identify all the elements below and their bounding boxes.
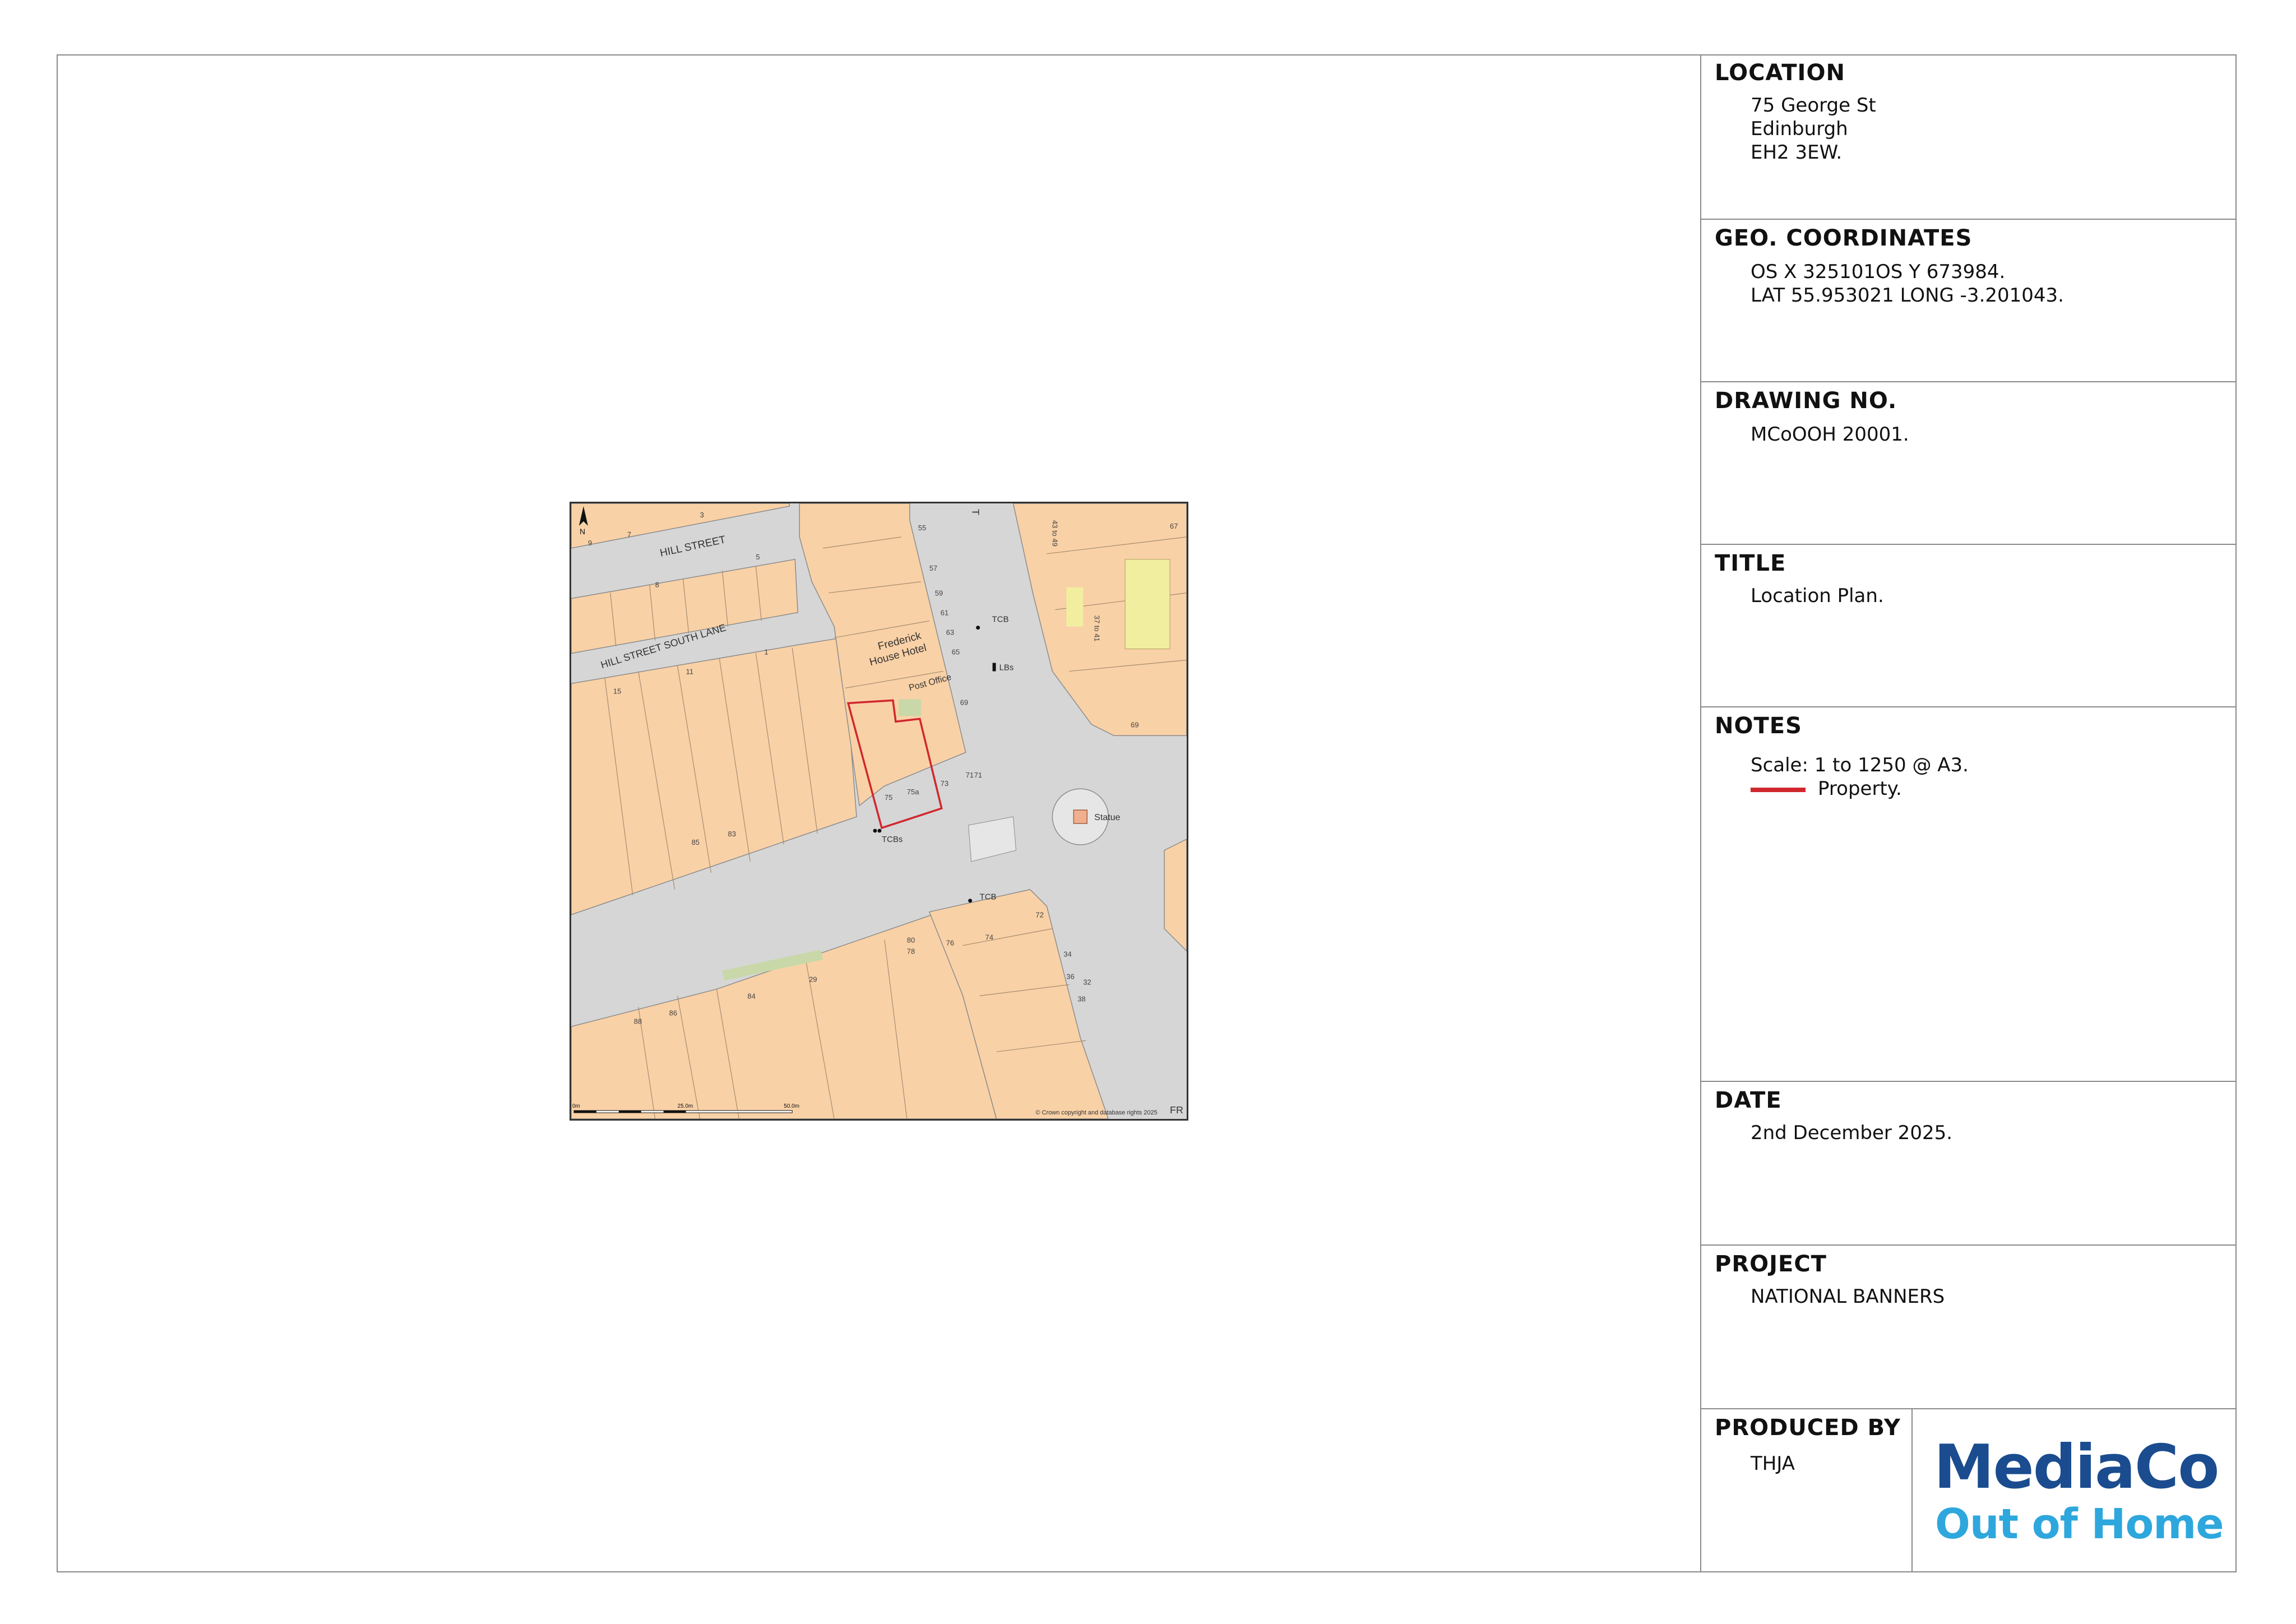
date-heading: DATE — [1715, 1088, 1782, 1113]
geo-coordinates-panel: GEO. COORDINATES OS X 325101OS Y 673984.… — [1700, 220, 2237, 382]
number-71b: 71 — [974, 771, 982, 779]
location-line-1: 75 George St — [1751, 94, 1876, 117]
map-copyright: © Crown copyright and database rights 20… — [1035, 1109, 1157, 1116]
number-74: 74 — [985, 933, 993, 942]
number-88: 88 — [634, 1017, 642, 1025]
number-86: 86 — [669, 1008, 677, 1017]
mediaco-logo-tagline: Out of Home — [1935, 1500, 2224, 1548]
map-drawing: HILL STREET HILL STREET SOUTH LANE Frede… — [571, 503, 1187, 1119]
geo-heading: GEO. COORDINATES — [1715, 225, 1973, 251]
number-83: 83 — [728, 830, 735, 838]
number-75: 75 — [885, 793, 892, 802]
number-5: 5 — [756, 553, 760, 561]
date-value: 2nd December 2025. — [1751, 1122, 1953, 1144]
produced-heading: PRODUCED BY — [1715, 1415, 1901, 1441]
edge-label-fr: FR — [1170, 1104, 1183, 1116]
number-67: 67 — [1170, 522, 1178, 530]
drawing-number-panel: DRAWING NO. MCoOOH 20001. — [1700, 382, 2237, 545]
scale-mid-label: 25.0m — [678, 1103, 693, 1109]
number-15: 15 — [613, 687, 621, 695]
tcb-label-north: TCB — [992, 615, 1009, 624]
range-43-49: 43 to 49 — [1050, 520, 1059, 547]
number-29: 29 — [809, 975, 817, 983]
location-heading: LOCATION — [1715, 60, 1845, 86]
number-65: 65 — [952, 648, 960, 656]
title-panel: TITLE Location Plan. — [1700, 545, 2237, 707]
number-1: 1 — [764, 648, 768, 656]
property-legend-label: Property. — [1818, 778, 1902, 800]
number-72: 72 — [1035, 911, 1043, 919]
number-75a: 75a — [907, 788, 919, 796]
number-78: 78 — [907, 947, 915, 956]
statue-label: Statue — [1094, 813, 1120, 822]
north-label: N — [580, 527, 585, 536]
geo-latlong-line: LAT 55.953021 LONG -3.201043. — [1751, 284, 2064, 307]
tcb-label-south: TCB — [980, 892, 997, 902]
drawing-heading: DRAWING NO. — [1715, 388, 1897, 414]
location-line-2: Edinburgh — [1751, 118, 1848, 140]
date-panel: DATE 2nd December 2025. — [1700, 1082, 2237, 1246]
scale-zero-label: 0m — [572, 1103, 580, 1109]
notes-heading: NOTES — [1715, 713, 1802, 739]
property-legend-swatch — [1751, 788, 1806, 792]
number-63: 63 — [946, 628, 954, 637]
title-value: Location Plan. — [1751, 585, 1884, 607]
number-36: 36 — [1066, 972, 1074, 980]
range-37-41: 37 to 41 — [1093, 616, 1101, 642]
tcbs-label: TCBs — [882, 835, 902, 844]
scale-end-label: 50.0m — [784, 1103, 799, 1109]
geo-os-line: OS X 325101OS Y 673984. — [1751, 261, 2006, 283]
number-69b: 69 — [960, 698, 968, 706]
notes-panel: NOTES Scale: 1 to 1250 @ A3. Property. — [1700, 707, 2237, 1082]
produced-by-divider — [1911, 1409, 1913, 1572]
number-85: 85 — [692, 838, 700, 846]
drawing-number: MCoOOH 20001. — [1751, 423, 1909, 446]
number-59: 59 — [935, 589, 943, 598]
produced-value: THJA — [1751, 1452, 1795, 1475]
number-11: 11 — [686, 667, 693, 675]
number-80: 80 — [907, 936, 915, 945]
edge-label-t: T — [970, 509, 982, 515]
number-73: 73 — [941, 779, 948, 788]
number-32: 32 — [1083, 978, 1091, 986]
project-heading: PROJECT — [1715, 1251, 1827, 1277]
number-38: 38 — [1077, 994, 1085, 1003]
number-9: 9 — [588, 539, 592, 547]
project-value: NATIONAL BANNERS — [1751, 1285, 1945, 1308]
number-8: 8 — [655, 581, 659, 589]
number-69: 69 — [1131, 720, 1138, 729]
number-3: 3 — [700, 511, 704, 519]
mediaco-logo-wordmark: MediaCo — [1934, 1432, 2219, 1502]
title-heading: TITLE — [1715, 550, 1786, 576]
number-7: 7 — [627, 530, 631, 539]
number-76: 76 — [946, 939, 954, 947]
number-57: 57 — [929, 564, 937, 572]
number-61: 61 — [941, 609, 948, 617]
location-panel: LOCATION 75 George St Edinburgh EH2 3EW. — [1700, 54, 2237, 220]
number-55: 55 — [918, 524, 926, 532]
number-34: 34 — [1063, 950, 1071, 959]
number-71: 71 — [966, 771, 974, 779]
number-84: 84 — [747, 992, 755, 1000]
scale-note: Scale: 1 to 1250 @ A3. — [1751, 754, 1969, 776]
lbs-label: LBs — [999, 663, 1014, 672]
project-panel: PROJECT NATIONAL BANNERS — [1700, 1246, 2237, 1409]
location-map: HILL STREET HILL STREET SOUTH LANE Frede… — [570, 502, 1188, 1121]
location-line-3: EH2 3EW. — [1751, 141, 1843, 164]
